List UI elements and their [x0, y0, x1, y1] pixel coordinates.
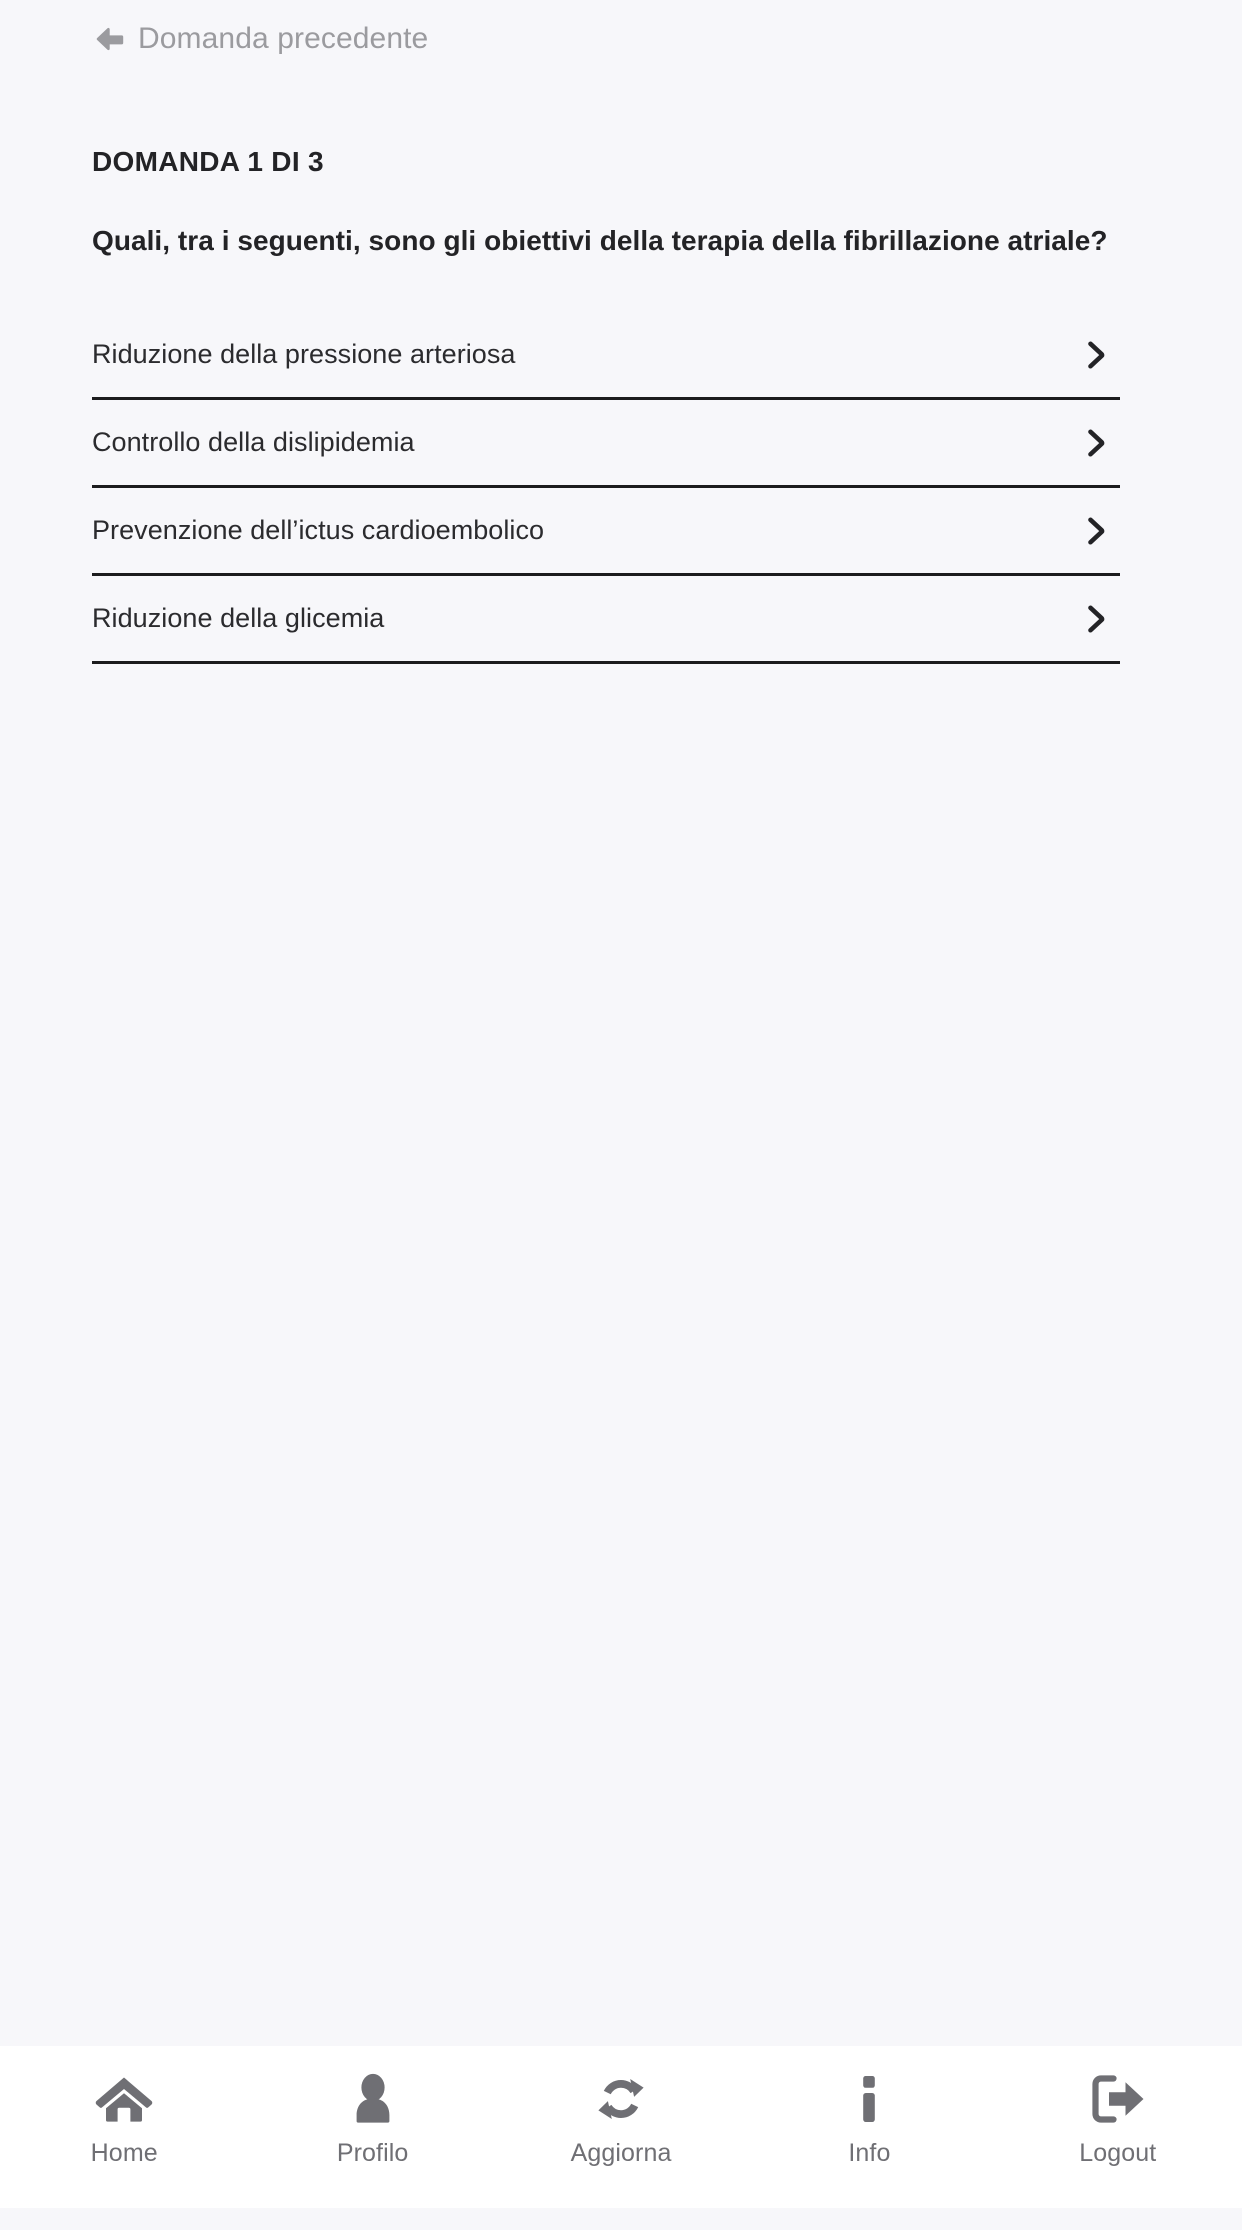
tab-label: Logout [1079, 2139, 1157, 2167]
chevron-right-icon [1088, 517, 1105, 545]
bottom-tab-bar: Home Profilo Aggiorna Info Logout [0, 2046, 1242, 2208]
tab-label: Home [90, 2139, 158, 2167]
back-link-label: Domanda precedente [138, 22, 429, 55]
info-icon [863, 2076, 876, 2122]
logout-icon [1092, 2075, 1144, 2123]
quiz-content: Domanda precedente DOMANDA 1 DI 3 Quali,… [0, 0, 1242, 2046]
answer-option-3[interactable]: Prevenzione dell’ictus cardioembolico [92, 488, 1120, 576]
tab-logout[interactable]: Logout [994, 2046, 1242, 2230]
answer-option-label: Riduzione della glicemia [92, 603, 385, 634]
tab-label: Profilo [336, 2139, 409, 2167]
tab-label: Info [848, 2139, 891, 2167]
answer-options-list: Riduzione della pressione arteriosa Cont… [92, 312, 1120, 664]
chevron-right-icon [1088, 429, 1105, 457]
answer-option-2[interactable]: Controllo della dislipidemia [92, 400, 1120, 488]
tab-info[interactable]: Info [745, 2046, 993, 2230]
tab-profilo[interactable]: Profilo [248, 2046, 496, 2230]
user-icon [356, 2073, 390, 2123]
arrow-left-icon [96, 27, 124, 51]
answer-option-4[interactable]: Riduzione della glicemia [92, 576, 1120, 664]
answer-option-label: Controllo della dislipidemia [92, 427, 415, 458]
back-to-previous-question-link[interactable]: Domanda precedente [92, 22, 428, 56]
answer-option-label: Riduzione della pressione arteriosa [92, 339, 516, 370]
chevron-right-icon [1088, 341, 1105, 369]
refresh-icon [598, 2079, 644, 2119]
answer-option-1[interactable]: Riduzione della pressione arteriosa [92, 312, 1120, 400]
tab-home[interactable]: Home [0, 2046, 248, 2230]
app-root: Domanda precedente DOMANDA 1 DI 3 Quali,… [0, 0, 1242, 2208]
tab-label: Aggiorna [570, 2139, 672, 2167]
question-counter: DOMANDA 1 DI 3 [92, 146, 324, 177]
tab-aggiorna[interactable]: Aggiorna [497, 2046, 745, 2230]
question-text: Quali, tra i seguenti, sono gli obiettiv… [92, 225, 1108, 256]
answer-option-label: Prevenzione dell’ictus cardioembolico [92, 515, 545, 546]
chevron-right-icon [1088, 605, 1105, 633]
home-icon [95, 2077, 153, 2122]
